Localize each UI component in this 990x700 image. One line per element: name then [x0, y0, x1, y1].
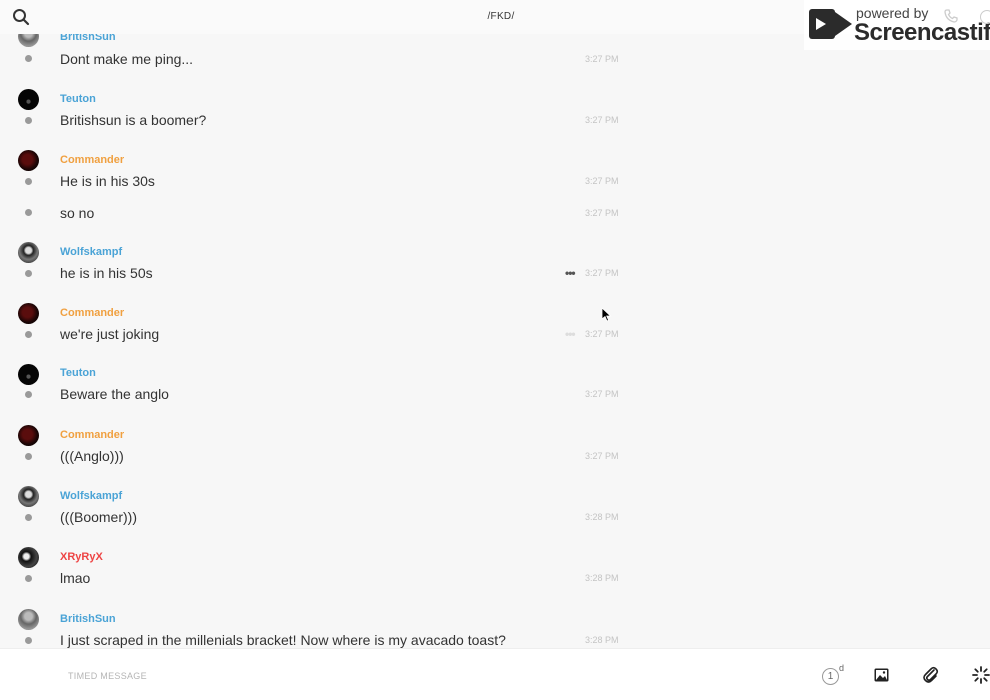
message-text: lmao [60, 570, 91, 586]
message-time: 3:27 PM [585, 268, 619, 278]
timed-message-input[interactable] [66, 667, 570, 685]
message-time: 3:27 PM [585, 208, 619, 218]
timer-value: 1 [822, 668, 839, 685]
message-item: Wolfskampf he is in his 50s ••• 3:27 PM [0, 242, 640, 282]
message-author[interactable]: XRyRyX [60, 551, 103, 563]
message-author[interactable]: BritishSun [60, 613, 116, 625]
message-item: BritishSun Dont make me ping... 3:27 PM [0, 34, 640, 74]
message-time: 3:28 PM [585, 573, 619, 583]
message-time: 3:27 PM [585, 389, 619, 399]
message-text: so no [60, 205, 95, 221]
message-time: 3:27 PM [585, 329, 619, 339]
message-item: Wolfskampf (((Boomer))) 3:28 PM [0, 486, 640, 526]
image-icon[interactable] [874, 668, 889, 687]
status-dot [25, 178, 32, 185]
message-text: we're just joking [60, 326, 160, 342]
message-item: BritishSun I just scraped in the milleni… [0, 609, 640, 648]
message-author[interactable]: Commander [60, 307, 124, 319]
message-list: BritishSun Dont make me ping... 3:27 PM … [0, 34, 990, 648]
avatar[interactable] [18, 425, 39, 446]
info-icon[interactable] [980, 10, 990, 24]
message-text: I just scraped in the millenials bracket… [60, 632, 506, 648]
message-time: 3:28 PM [585, 512, 619, 522]
message-item: Commander He is in his 30s 3:27 PM [0, 150, 640, 190]
status-dot [25, 514, 32, 521]
avatar[interactable] [18, 486, 39, 507]
composer-bar: 1 d [0, 648, 990, 700]
message-item: so no 3:27 PM [0, 204, 640, 224]
message-item: Commander we're just joking ••• 3:27 PM [0, 303, 640, 343]
status-dot [25, 117, 32, 124]
message-author[interactable]: BritishSun [60, 34, 116, 43]
avatar[interactable] [18, 547, 39, 568]
message-more-icon[interactable]: ••• [565, 266, 576, 280]
message-time: 3:27 PM [585, 54, 619, 64]
message-author[interactable]: Wolfskampf [60, 246, 122, 258]
message-text: Britishsun is a boomer? [60, 112, 207, 128]
attachment-icon[interactable] [923, 666, 939, 689]
message-author[interactable]: Commander [60, 429, 124, 441]
status-dot [25, 270, 32, 277]
message-author[interactable]: Commander [60, 154, 124, 166]
message-text: Beware the anglo [60, 386, 169, 402]
message-author[interactable]: Teuton [60, 367, 96, 379]
message-item: Teuton Beware the anglo 3:27 PM [0, 364, 640, 404]
message-more-icon[interactable]: ••• [565, 327, 576, 341]
timer-button[interactable]: 1 d [822, 663, 845, 686]
message-time: 3:27 PM [585, 176, 619, 186]
message-item: Teuton Britishsun is a boomer? 3:27 PM [0, 89, 640, 129]
avatar[interactable] [18, 609, 39, 630]
status-dot [25, 55, 32, 62]
effects-icon[interactable] [972, 666, 990, 689]
status-dot [25, 331, 32, 338]
avatar[interactable] [18, 89, 39, 110]
message-text: (((Boomer))) [60, 509, 137, 525]
avatar[interactable] [18, 242, 39, 263]
avatar[interactable] [18, 303, 39, 324]
message-text: Dont make me ping... [60, 51, 194, 67]
avatar[interactable] [18, 150, 39, 171]
message-text: (((Anglo))) [60, 448, 124, 464]
avatar[interactable] [18, 364, 39, 385]
status-dot [25, 575, 32, 582]
message-author[interactable]: Teuton [60, 93, 96, 105]
phone-icon[interactable] [944, 9, 958, 28]
message-item: XRyRyX lmao 3:28 PM [0, 547, 640, 587]
status-dot [25, 209, 32, 216]
message-text: He is in his 30s [60, 173, 155, 189]
status-dot [25, 453, 32, 460]
timer-unit: d [839, 663, 845, 673]
message-time: 3:27 PM [585, 451, 619, 461]
chat-app: /FKD/ powered by Screencastify BritishSu… [0, 0, 990, 700]
message-author[interactable]: Wolfskampf [60, 490, 122, 502]
status-dot [25, 637, 32, 644]
message-item: Commander (((Anglo))) 3:27 PM [0, 425, 640, 465]
status-dot [25, 391, 32, 398]
mouse-cursor-icon [601, 307, 612, 327]
message-time: 3:28 PM [585, 635, 619, 645]
message-time: 3:27 PM [585, 115, 619, 125]
avatar[interactable] [18, 34, 39, 47]
message-text: he is in his 50s [60, 265, 153, 281]
